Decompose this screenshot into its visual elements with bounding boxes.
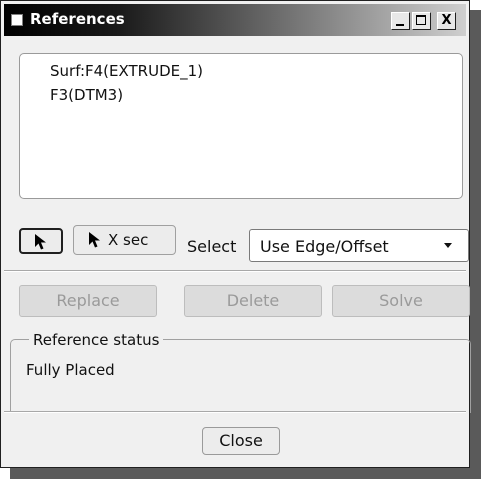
close-button[interactable]: Close [202, 427, 280, 455]
select-label: Select [187, 237, 237, 256]
references-list[interactable]: Surf:F4(EXTRUDE_1) F3(DTM3) [19, 53, 463, 199]
arrow-pointer-icon [89, 232, 100, 248]
close-icon: X [441, 13, 452, 28]
xsec-button[interactable]: X sec [73, 225, 176, 255]
xsec-label: X sec [108, 231, 149, 249]
arrow-pointer-icon [35, 234, 46, 250]
dropdown-value: Use Edge/Offset [260, 237, 389, 256]
minimize-button[interactable] [391, 12, 410, 30]
references-dialog: References X Surf:F4(EXTRUDE_1) F3(DTM3)… [0, 0, 471, 468]
select-mode-dropdown[interactable]: Use Edge/Offset [249, 229, 469, 262]
window-title: References [30, 10, 125, 28]
chevron-down-icon [444, 243, 452, 248]
title-bar[interactable]: References X [4, 4, 466, 36]
maximize-icon [416, 15, 426, 25]
close-window-button[interactable]: X [437, 12, 456, 30]
list-item[interactable]: Surf:F4(EXTRUDE_1) [50, 62, 203, 80]
replace-button[interactable]: Replace [19, 285, 157, 317]
reference-status-legend: Reference status [29, 331, 164, 349]
maximize-button[interactable] [412, 12, 431, 30]
solve-button[interactable]: Solve [332, 285, 470, 317]
list-item[interactable]: F3(DTM3) [50, 86, 123, 104]
delete-button[interactable]: Delete [184, 285, 322, 317]
window-icon [11, 14, 23, 26]
divider [4, 411, 466, 413]
reference-status-value: Fully Placed [26, 361, 115, 379]
select-reference-button[interactable] [19, 228, 63, 254]
divider [4, 270, 466, 272]
minimize-icon [396, 24, 404, 26]
